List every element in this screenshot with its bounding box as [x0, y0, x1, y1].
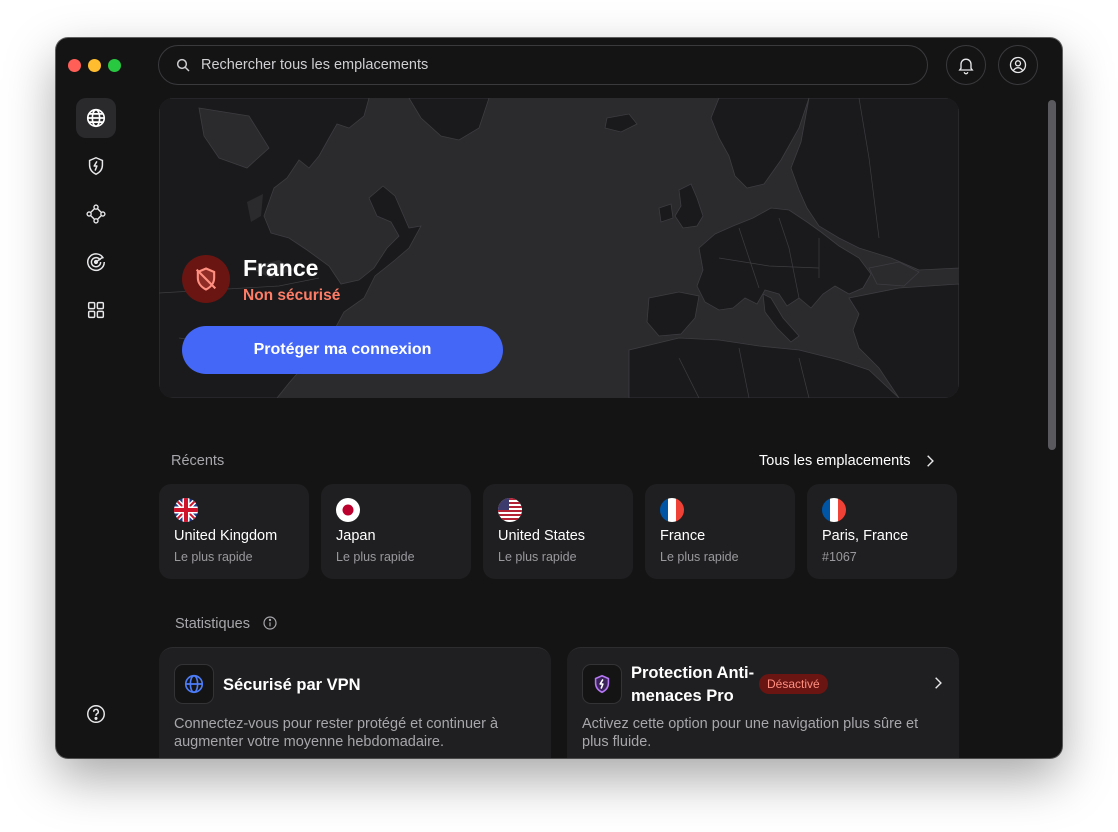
app-window: France Non sécurisé Protéger ma connexio…	[56, 38, 1062, 758]
connection-map-card: France Non sécurisé Protéger ma connexio…	[159, 98, 959, 398]
globe-icon	[86, 108, 106, 128]
sidebar-item-meshnet[interactable]	[76, 194, 116, 234]
threat-protection-title: Protection Anti- menaces Pro	[631, 662, 754, 708]
shield-bolt-icon	[594, 674, 610, 694]
minimize-window-button[interactable]	[88, 59, 101, 72]
vpn-stat-title: Sécurisé par VPN	[223, 676, 361, 694]
account-button[interactable]	[998, 45, 1038, 85]
threat-protection-description: Activez cette option pour une navigation…	[582, 716, 919, 750]
sidebar-item-dark-web-monitor[interactable]	[76, 242, 116, 282]
recent-location-card[interactable]: Paris, France #1067	[807, 484, 957, 579]
help-button[interactable]	[76, 694, 116, 734]
recent-location-sub: Le plus rapide	[498, 550, 577, 564]
threat-protection-card[interactable]: Protection Anti- menaces Pro Désactivé A…	[567, 647, 959, 758]
user-circle-icon	[1009, 56, 1027, 74]
notifications-button[interactable]	[946, 45, 986, 85]
all-locations-label: Tous les emplacements	[759, 453, 911, 469]
recent-location-name: United States	[498, 528, 586, 544]
mesh-icon	[86, 204, 106, 224]
close-window-button[interactable]	[68, 59, 81, 72]
sidebar-item-threat-protection[interactable]	[76, 146, 116, 186]
recent-location-card[interactable]: United States Le plus rapide	[483, 484, 633, 579]
recent-location-sub: #1067	[822, 550, 857, 564]
search-icon	[176, 58, 190, 72]
stats-title: Statistiques	[175, 616, 250, 632]
chevron-right-icon[interactable]	[931, 676, 945, 690]
shield-bolt-icon	[88, 156, 104, 176]
sidebar-item-apps[interactable]	[76, 290, 116, 330]
sidebar-item-globe[interactable]	[76, 98, 116, 138]
all-locations-link[interactable]: Tous les emplacements	[759, 453, 937, 469]
apps-grid-icon	[87, 301, 105, 319]
vpn-stats-card[interactable]: Sécurisé par VPN Connectez-vous pour res…	[159, 647, 551, 758]
threat-protection-title-line-1: Protection Anti-	[631, 664, 755, 682]
disabled-status-badge: Désactivé	[759, 674, 828, 694]
protect-connection-button[interactable]: Protéger ma connexion	[182, 326, 503, 374]
threat-protection-title-line-2: menaces Pro	[631, 687, 734, 705]
recent-location-name: France	[660, 528, 706, 544]
recent-location-name: Japan	[336, 528, 376, 544]
recents-title: Récents	[171, 453, 225, 469]
bell-icon	[958, 58, 974, 75]
recent-location-sub: Le plus rapide	[336, 550, 415, 564]
globe-icon	[184, 674, 204, 694]
radar-icon	[87, 253, 105, 272]
recent-location-card[interactable]: United Kingdom Le plus rapide	[159, 484, 309, 579]
recent-location-name: United Kingdom	[174, 528, 278, 544]
france-flag-icon	[822, 498, 846, 522]
france-flag-icon	[660, 498, 684, 522]
chevron-right-icon	[926, 455, 934, 467]
connection-status-text: Non sécurisé	[243, 287, 341, 304]
scrollbar-thumb[interactable]	[1048, 100, 1056, 450]
recent-location-sub: Le plus rapide	[660, 550, 739, 564]
recent-location-sub: Le plus rapide	[174, 550, 253, 564]
threat-protection-stat-icon	[582, 664, 622, 704]
help-icon	[87, 705, 105, 723]
japan-flag-icon	[336, 498, 360, 522]
uk-flag-icon	[174, 498, 198, 522]
info-icon[interactable]	[262, 615, 278, 631]
zoom-window-button[interactable]	[108, 59, 121, 72]
recent-location-name: Paris, France	[822, 528, 909, 544]
recent-location-card[interactable]: France Le plus rapide	[645, 484, 795, 579]
current-location-name: France	[243, 255, 319, 281]
recent-location-card[interactable]: Japan Le plus rapide	[321, 484, 471, 579]
vpn-stat-icon	[174, 664, 214, 704]
search-bar[interactable]	[158, 45, 928, 85]
search-input[interactable]	[199, 56, 883, 74]
us-flag-icon	[498, 498, 522, 522]
vpn-stat-description: Connectez-vous pour rester protégé et co…	[174, 716, 499, 750]
unsecured-status-icon	[182, 255, 230, 303]
